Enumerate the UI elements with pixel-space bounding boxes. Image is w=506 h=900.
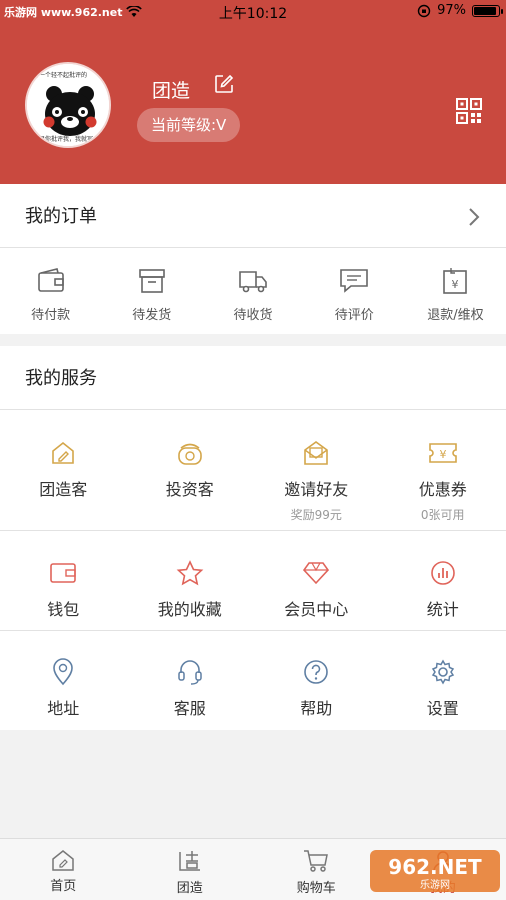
- service-label: 地址: [47, 699, 80, 718]
- service-coupon[interactable]: ¥ 优惠券 0张可用: [380, 438, 506, 523]
- order-item-pending-payment[interactable]: 待付款: [0, 266, 101, 323]
- order-item-label: 待收货: [233, 308, 273, 323]
- tab-tuanzao[interactable]: 团造: [127, 839, 254, 900]
- service-investor[interactable]: 投资客: [127, 438, 254, 523]
- service-settings[interactable]: 设置: [380, 657, 506, 719]
- home-edit-icon: [52, 441, 75, 464]
- wallet-icon: [37, 268, 64, 292]
- orders-header[interactable]: 我的订单: [0, 184, 506, 247]
- star-icon: [176, 560, 204, 586]
- services-row-1: 团造客 投资客 邀请好友 奖励99元 ¥ 优惠券 0张可用: [0, 438, 506, 523]
- order-item-label: 待发货: [132, 308, 172, 323]
- order-item-label: 待付款: [31, 308, 71, 323]
- service-wallet[interactable]: 钱包: [0, 558, 127, 620]
- tab-label: 首页: [50, 879, 77, 894]
- level-badge[interactable]: 当前等级:V: [137, 108, 241, 142]
- stats-icon: [430, 561, 455, 585]
- diamond-icon: [303, 562, 330, 585]
- service-sub: 奖励99元: [290, 508, 342, 522]
- svg-text:¥: ¥: [439, 448, 446, 461]
- services-divider-2: [0, 530, 506, 531]
- services-divider-3: [0, 630, 506, 631]
- avatar-caption-bottom: 如果你批评我，我就写: [33, 136, 94, 143]
- username: 团造: [152, 80, 191, 102]
- comment-icon: [340, 269, 369, 293]
- status-bar: 乐游网 www.962.net 上午10:12 97%: [0, 0, 506, 24]
- services-section: 我的服务 团造客 投资客 邀请好友 奖励99元 ¥ 优惠券 0张可用 钱包 我的…: [0, 346, 506, 730]
- rotation-lock-icon: [417, 4, 431, 17]
- home-icon: [52, 850, 74, 871]
- cart-icon: [304, 850, 329, 872]
- truck-icon: [239, 271, 267, 293]
- order-item-label: 退款/维权: [427, 308, 484, 323]
- status-right: 97%: [417, 3, 503, 18]
- order-item-label: 待评价: [334, 308, 374, 323]
- watermark-text: 962.NET: [388, 855, 482, 879]
- order-item-pending-shipment[interactable]: 待发货: [101, 266, 202, 323]
- tab-home[interactable]: 首页: [0, 839, 127, 900]
- orders-row: 待付款 待发货 待收货 待评价 ¥ 退款/维权: [0, 266, 506, 323]
- wallet-icon: [50, 563, 77, 583]
- avatar-caption-top: 有一个轻不起批评的: [33, 72, 88, 79]
- avatar[interactable]: 有一个轻不起批评的 如果你批评我，我就写: [25, 62, 111, 148]
- battery-icon: [472, 4, 503, 17]
- service-tuanzaoke[interactable]: 团造客: [0, 438, 127, 523]
- service-stats[interactable]: 统计: [380, 558, 506, 620]
- gear-icon: [431, 659, 454, 685]
- qr-code-icon[interactable]: [456, 98, 482, 124]
- service-customer-service[interactable]: 客服: [127, 657, 254, 719]
- tuanzao-icon: [179, 851, 200, 871]
- services-title: 我的服务: [25, 368, 97, 389]
- services-row-2: 钱包 我的收藏 会员中心 统计: [0, 558, 506, 620]
- order-item-refund[interactable]: ¥ 退款/维权: [405, 266, 506, 323]
- edit-icon[interactable]: [214, 74, 234, 94]
- watermark-logo: 962.NET 乐游网: [370, 848, 500, 894]
- invite-icon: [304, 441, 329, 465]
- service-sub: 0张可用: [420, 508, 465, 522]
- headset-icon: [178, 660, 202, 685]
- orders-title: 我的订单: [25, 206, 97, 227]
- investor-icon: [177, 443, 202, 465]
- box-icon: [138, 269, 165, 293]
- tab-cart[interactable]: 购物车: [253, 839, 380, 900]
- battery-percent: 97%: [437, 3, 466, 18]
- service-label: 帮助: [300, 699, 333, 718]
- tab-label: 购物车: [296, 881, 336, 896]
- orders-divider: [0, 247, 506, 248]
- service-label: 我的收藏: [157, 600, 222, 619]
- service-label: 优惠券: [418, 480, 467, 499]
- service-help[interactable]: 帮助: [253, 657, 380, 719]
- service-label: 邀请好友: [284, 480, 349, 499]
- orders-section: 我的订单 待付款 待发货 待收货 待评价 ¥ 退款/维权: [0, 184, 506, 334]
- location-icon: [53, 658, 74, 686]
- services-divider-1: [0, 409, 506, 410]
- profile-header: 有一个轻不起批评的 如果你批评我，我就写 团造 当前等级:V: [0, 24, 506, 184]
- coupon-icon: ¥: [428, 443, 457, 463]
- service-address[interactable]: 地址: [0, 657, 127, 719]
- service-member-center[interactable]: 会员中心: [253, 558, 380, 620]
- service-label: 设置: [426, 699, 459, 718]
- tab-label: 团造: [176, 881, 203, 896]
- service-label: 投资客: [165, 480, 214, 499]
- service-label: 团造客: [39, 480, 88, 499]
- order-item-pending-review[interactable]: 待评价: [304, 266, 405, 323]
- service-label: 统计: [426, 600, 459, 619]
- refund-icon: ¥: [443, 268, 468, 294]
- chevron-right-icon: [469, 208, 480, 226]
- service-label: 客服: [173, 699, 206, 718]
- service-label: 钱包: [47, 600, 80, 619]
- services-row-3: 地址 客服 帮助 设置: [0, 657, 506, 719]
- svg-text:¥: ¥: [452, 278, 459, 291]
- order-item-pending-receipt[interactable]: 待收货: [202, 266, 303, 323]
- service-invite[interactable]: 邀请好友 奖励99元: [253, 438, 380, 523]
- watermark-sub: 乐游网: [420, 878, 450, 891]
- service-label: 会员中心: [284, 600, 349, 619]
- help-icon: [304, 660, 329, 684]
- service-favorites[interactable]: 我的收藏: [127, 558, 254, 620]
